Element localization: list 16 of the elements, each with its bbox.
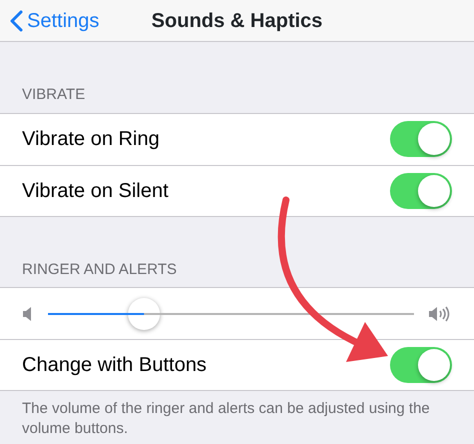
slider-thumb[interactable] [128, 298, 160, 330]
row-label: Vibrate on Ring [22, 127, 160, 152]
back-chevron-icon [10, 10, 23, 32]
toggle-switch[interactable] [390, 172, 452, 208]
speaker-high-icon [428, 304, 452, 322]
speaker-low-icon [22, 306, 34, 322]
toggle-switch[interactable] [390, 347, 452, 383]
section-header: RINGER AND ALERTS [22, 260, 177, 278]
row-label: Vibrate on Silent [22, 178, 170, 204]
section-header: VIBRATE [22, 86, 86, 103]
footer-note: The volume of the ringer and alerts can be adjusted using the volume buttons. [22, 400, 430, 436]
volume-slider[interactable] [48, 296, 414, 330]
toggle-switch[interactable] [390, 121, 452, 157]
back-button[interactable]: Settings [0, 0, 100, 42]
page-title: Sounds & Haptics [151, 10, 323, 32]
row-label: Change with Buttons [22, 353, 208, 378]
